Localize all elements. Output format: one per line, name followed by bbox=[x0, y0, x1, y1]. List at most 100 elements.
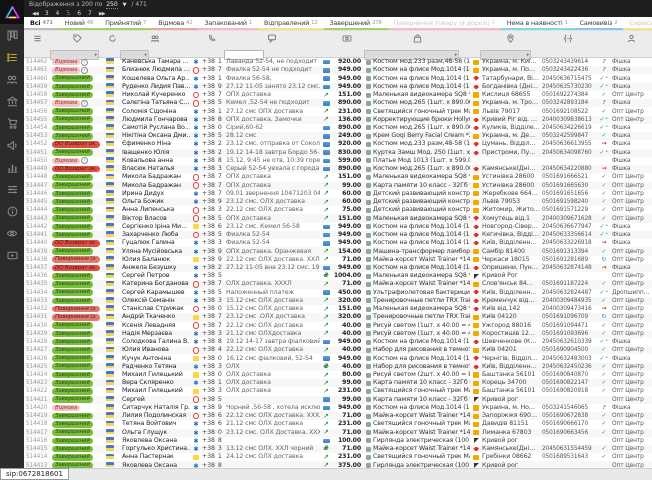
sidebar-item-stats-icon[interactable] bbox=[0, 156, 24, 178]
app-logo[interactable] bbox=[0, 0, 24, 24]
table-row[interactable]: 514461 Відмоваi Близнюк Людмила … +387 Ф… bbox=[24, 66, 652, 74]
sidebar-item-info-icon[interactable] bbox=[0, 200, 24, 222]
table-row[interactable]: 514430 Завершенийi Ксенія Левадняя +387 … bbox=[24, 322, 652, 330]
table-row[interactable]: 514433 Завершенийi Олексій Семанін +383 … bbox=[24, 297, 652, 305]
table-row[interactable]: 514439 Завершенийi Уляна Мусійовська +38… bbox=[24, 247, 652, 255]
page-button-7[interactable]: 7 bbox=[88, 10, 92, 18]
tracking-status-cell bbox=[596, 454, 610, 460]
money-column-icon[interactable] bbox=[330, 34, 364, 43]
table-row[interactable]: 514452 DO Возврат ок.i Єфименко Ніна +38… bbox=[24, 140, 652, 148]
status-column-icon[interactable] bbox=[50, 34, 104, 43]
table-row[interactable]: 514447 Завершенийi Микола Бадражан +387 … bbox=[24, 182, 652, 190]
sidebar-item-cart-icon[interactable] bbox=[0, 112, 24, 134]
table-row[interactable]: 514432 Повернення (з.i Станіслав Стрижак… bbox=[24, 305, 652, 313]
table-row[interactable]: 514449 DO Возврат ок.i Власюк Наталья +3… bbox=[24, 165, 652, 173]
tab-6-завершений[interactable]: Завершений278 bbox=[324, 17, 388, 30]
table-row[interactable]: 514459 Завершенийi Руденко Лидия Пав… +3… bbox=[24, 83, 652, 91]
status-badge: Завершений bbox=[52, 454, 93, 461]
page-button-4[interactable]: 4 bbox=[56, 10, 60, 18]
phone-column-icon[interactable] bbox=[200, 34, 224, 43]
table-row[interactable]: 514456 Завершенийi Соломія Сідоніна +381… bbox=[24, 107, 652, 115]
carrier-cell bbox=[470, 340, 480, 344]
table-row[interactable]: 514458 Завершенийi Николай Кучеренко +38… bbox=[24, 91, 652, 99]
tab-9-самовивіз[interactable]: Самовивіз2 bbox=[574, 17, 624, 30]
tab-10-сервіси[interactable]: Сервіси0 bbox=[623, 17, 652, 30]
table-row[interactable]: 514443 Завершенийi Віктор Власов +385 ОП… bbox=[24, 214, 652, 222]
package-icon bbox=[366, 364, 371, 369]
table-row[interactable]: 514427 Завершенийi Юлия Иванова +384 22.… bbox=[24, 346, 652, 354]
table-row[interactable]: 514422 Завершенийi Михаил Гилецький +383… bbox=[24, 387, 652, 395]
table-row[interactable]: 514435 Завершенийi Катерина Богданова +3… bbox=[24, 280, 652, 288]
table-row[interactable]: 514421 Завершенийi Сергей +385 99.00 Кар… bbox=[24, 396, 652, 404]
table-row[interactable]: 514426 Завершенийi Кучук Антоніна +380 1… bbox=[24, 354, 652, 362]
table-row[interactable]: 514445 Завершенийi Ольга Божик +389 23.1… bbox=[24, 198, 652, 206]
sidebar-item-video-icon[interactable] bbox=[0, 244, 24, 266]
sidebar-item-settings-sliders-icon[interactable] bbox=[0, 178, 24, 200]
table-row[interactable]: 514460 Завершенийi Кошелева Ольга Ар… +3… bbox=[24, 74, 652, 82]
product-column-icon[interactable] bbox=[364, 34, 470, 43]
table-row[interactable]: 514431 Повернення (з.i Андрій Ткаченко +… bbox=[24, 313, 652, 321]
table-row[interactable]: 514416 Завершенийi Яковлева Оксана +388 … bbox=[24, 437, 652, 445]
table-row[interactable]: 514451 Завершенийi Іващенко Юлія +382 19… bbox=[24, 149, 652, 157]
table-row[interactable]: 514428 Завершенийi Солодкова Галина В… +… bbox=[24, 338, 652, 346]
last-page-button[interactable]: ▶▶ bbox=[99, 10, 105, 18]
table-row[interactable]: 514454 Завершенийi Самотій Руслана Во… +… bbox=[24, 124, 652, 132]
table-row[interactable]: 514462 Відмоваi Каневська Тамара … +381 … bbox=[24, 58, 652, 66]
table-row[interactable]: 514414 Завершенийi Анна Пастернак +381 2… bbox=[24, 453, 652, 461]
table-row[interactable]: 514415 Завершенийi Горгулько Христина… +… bbox=[24, 445, 652, 453]
tracking-column-icon[interactable] bbox=[540, 34, 596, 43]
client-column-icon[interactable] bbox=[120, 34, 190, 43]
refresh-column-icon[interactable] bbox=[104, 34, 120, 43]
sidebar-item-orders-list-icon[interactable] bbox=[0, 46, 24, 68]
table-row[interactable]: 514425 Завершенийi Радченко Тетяна +383 … bbox=[24, 363, 652, 371]
table-row[interactable]: 514455 Завершенийi Людмила Гончарова +38… bbox=[24, 116, 652, 124]
table-row[interactable]: 514418 Завершенийi Тетяна Войтович +386 … bbox=[24, 420, 652, 428]
page-button-6[interactable]: 6 bbox=[77, 10, 81, 18]
table-row[interactable]: 514429 Завершенийi Надія Мерзаєва +383 2… bbox=[24, 330, 652, 338]
table-row[interactable]: 514420 Відмоваi Ситарчук Наталія Гр… +38… bbox=[24, 404, 652, 412]
comment-column-icon[interactable] bbox=[224, 34, 320, 43]
sidebar-item-finance-icon[interactable] bbox=[0, 90, 24, 112]
id-column-icon[interactable] bbox=[24, 34, 50, 43]
table-row[interactable]: 514437 DO Возврат ок.i Анжела Безушку +3… bbox=[24, 264, 652, 272]
table-row[interactable]: 514453 Завершенийi Нікітіна Оксана Дми… … bbox=[24, 132, 652, 140]
tab-4-запакований[interactable]: Запакований1 bbox=[198, 17, 258, 30]
tab-8-нема-в-наявності[interactable]: Нема в наявності1 bbox=[501, 17, 574, 30]
page-button-3[interactable]: 3 bbox=[45, 10, 49, 18]
location-column-icon[interactable] bbox=[480, 34, 540, 43]
table-row[interactable]: 514436 Завершенийi Сергей Петров +385 10… bbox=[24, 272, 652, 280]
tab-7-повернення-товару-в-дорозі-[interactable]: Повернення товару (в дорозі)0 bbox=[388, 17, 501, 30]
page-size-value[interactable]: 250 bbox=[106, 1, 117, 9]
tracking-status-cell bbox=[596, 92, 610, 98]
table-row[interactable]: 514446 Завершенийi Ирина Дидух +387 09.0… bbox=[24, 190, 652, 198]
table-row[interactable]: 514417 Завершенийi Ольга Глущук +380 23.… bbox=[24, 429, 652, 437]
source-column-icon[interactable] bbox=[610, 34, 652, 43]
tab-1-новий[interactable]: Новий48 bbox=[59, 17, 99, 30]
tab-3-відмова[interactable]: Відмова42 bbox=[152, 17, 198, 30]
sidebar-item-apps-icon[interactable] bbox=[0, 24, 24, 46]
sidebar-item-clients-icon[interactable] bbox=[0, 68, 24, 90]
table-row[interactable]: 514448 Завершенийi Микола Бадражан +387 … bbox=[24, 173, 652, 181]
tab-5-відправлений[interactable]: Відправлений12 bbox=[258, 17, 324, 30]
table-row[interactable]: 514423 Завершенийi Вера Скляренко +381 О… bbox=[24, 379, 652, 387]
table-row[interactable]: 514440 DO Возврат ок.i Гуцалюк Галина +3… bbox=[24, 239, 652, 247]
chevron-down-icon[interactable]: ▼ bbox=[123, 2, 127, 8]
sidebar-item-views-icon[interactable] bbox=[0, 222, 24, 244]
tab-0-всі[interactable]: Всі471 bbox=[24, 17, 59, 30]
table-row[interactable]: 514444 Завершенийi Анна Липенська +383 2… bbox=[24, 206, 652, 214]
order-source: Опт Центр bbox=[610, 305, 652, 313]
table-row[interactable]: 514434 Завершенийi Сергей Карамышев +385… bbox=[24, 289, 652, 297]
sidebar-item-broadcast-icon[interactable] bbox=[0, 134, 24, 156]
table-row[interactable]: 514424 Завершенийi Михаил Гилецький +380… bbox=[24, 371, 652, 379]
table-row[interactable]: 514438 Повернення (з.i Юлия Баланюк +389… bbox=[24, 256, 652, 264]
tab-2-прийнятий[interactable]: Прийнятий7 bbox=[99, 17, 152, 30]
package-icon bbox=[366, 274, 371, 279]
table-row[interactable]: 514450 Відмоваi Ковальова анна +388 15.1… bbox=[24, 157, 652, 165]
table-row[interactable]: 514442 Завершенийi Сергієнко Іріна Ми… +… bbox=[24, 223, 652, 231]
table-row[interactable]: 514419 Завершенийi Лилия Подолинская +38… bbox=[24, 412, 652, 420]
carrier-icon bbox=[473, 225, 479, 229]
page-button-5[interactable]: 5 bbox=[66, 10, 70, 18]
table-row[interactable]: 514441 Завершенийi Захарченко Люба +385 … bbox=[24, 231, 652, 239]
first-page-button[interactable]: ◀◀ bbox=[32, 10, 38, 18]
table-row[interactable]: 514457 Відмоваi Салєгіна Татьяна С… +385… bbox=[24, 99, 652, 107]
